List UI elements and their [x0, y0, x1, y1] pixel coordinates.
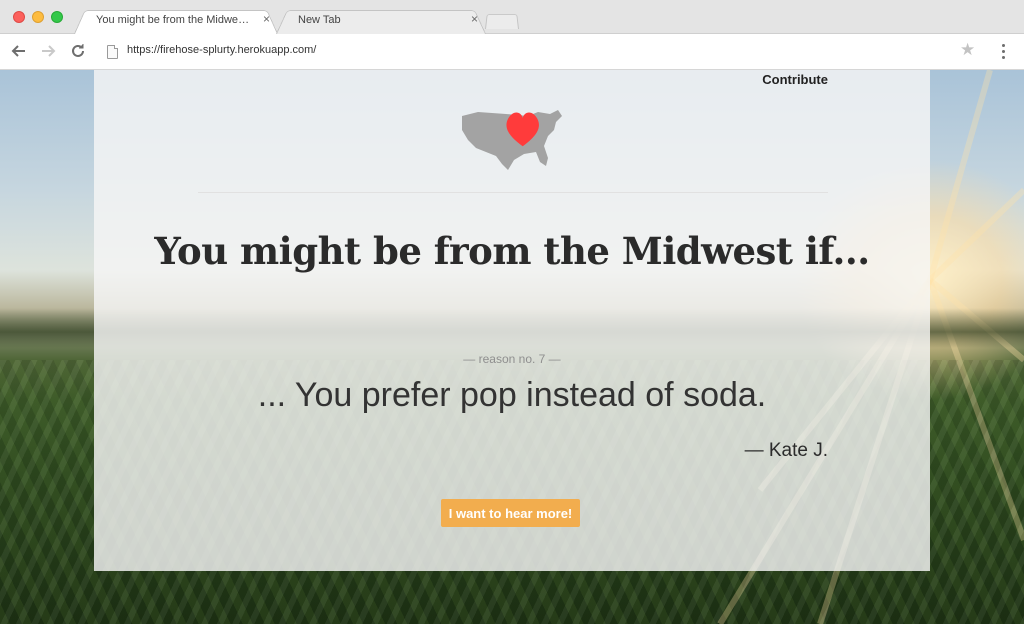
content-panel: Contribute You might be from the Midwest… — [94, 70, 930, 571]
contribute-link[interactable]: Contribute — [762, 72, 828, 87]
close-window-button[interactable] — [13, 11, 25, 23]
us-map-heart-icon — [462, 110, 562, 170]
arrow-left-icon[interactable] — [9, 41, 29, 61]
new-tab-button[interactable] — [485, 12, 519, 29]
tab-active[interactable]: You might be from the Midwest if... × — [74, 7, 278, 35]
browser-window: You might be from the Midwest if... × Ne… — [0, 0, 1024, 624]
tab-new-tab[interactable]: New Tab × — [276, 7, 486, 35]
page-title: You might be from the Midwest if... — [154, 229, 870, 273]
reason-label: — reason no. 7 — — [463, 352, 561, 366]
star-icon[interactable]: ★ — [960, 40, 975, 60]
minimize-window-button[interactable] — [32, 11, 44, 23]
maximize-window-button[interactable] — [51, 11, 63, 23]
kebab-menu-icon[interactable] — [996, 42, 1010, 60]
reason-author: — Kate J. — [744, 440, 828, 461]
arrow-right-icon[interactable] — [38, 41, 58, 61]
tab-close-icon[interactable]: × — [471, 12, 478, 26]
tab-strip: You might be from the Midwest if... × Ne… — [0, 0, 1024, 35]
tab-close-icon[interactable]: × — [263, 12, 270, 26]
reload-icon[interactable] — [68, 41, 88, 61]
page-icon — [107, 45, 118, 59]
divider — [198, 192, 828, 193]
hear-more-button[interactable]: I want to hear more! — [441, 499, 580, 527]
browser-toolbar: https://firehose-splurty.herokuapp.com/ … — [0, 34, 1024, 70]
tab-title: You might be from the Midwest if... — [96, 14, 254, 26]
reason-text: ... You prefer pop instead of soda. — [257, 376, 767, 414]
page-viewport: Contribute You might be from the Midwest… — [0, 70, 1024, 624]
address-bar[interactable]: https://firehose-splurty.herokuapp.com/ — [127, 44, 316, 56]
tab-title: New Tab — [298, 14, 341, 26]
